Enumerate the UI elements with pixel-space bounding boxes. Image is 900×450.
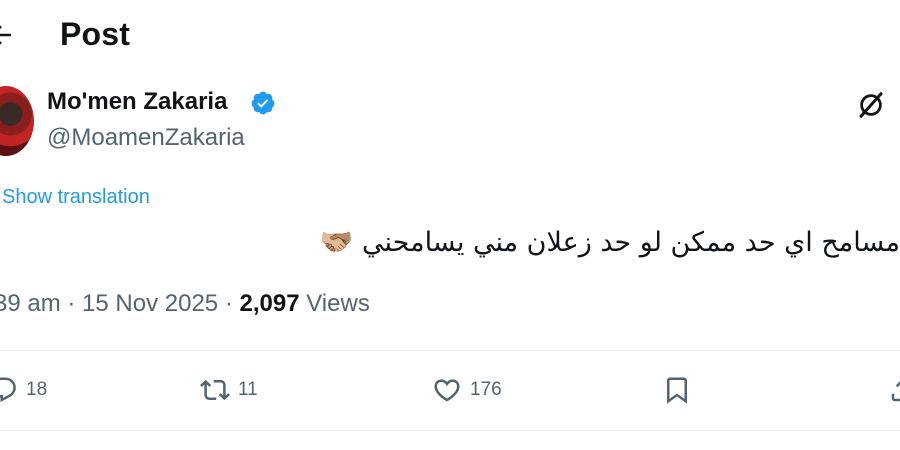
- retweet-icon: [200, 379, 230, 401]
- meta-separator: ·: [224, 290, 233, 317]
- grok-icon[interactable]: [856, 90, 886, 120]
- views-label: Views: [306, 290, 370, 317]
- tweet-date[interactable]: 15 Nov 2025: [82, 290, 218, 317]
- divider: [0, 350, 900, 351]
- reply-count: 18: [26, 379, 48, 400]
- bookmark-button[interactable]: [662, 372, 692, 408]
- meta-separator: ·: [67, 290, 76, 317]
- like-count: 176: [470, 379, 502, 400]
- tweet-time[interactable]: 39 am: [0, 290, 61, 317]
- heart-icon: [434, 379, 460, 402]
- like-button[interactable]: 176: [432, 372, 502, 408]
- avatar[interactable]: [0, 86, 34, 156]
- author-name[interactable]: Mo'men Zakaria: [47, 88, 227, 116]
- retweet-count: 11: [238, 379, 258, 400]
- retweet-button[interactable]: 11: [200, 372, 258, 408]
- back-arrow-icon[interactable]: [0, 20, 16, 50]
- bookmark-icon: [667, 377, 687, 404]
- tweet-text: مسامح اي حد ممكن لو حد زعلان مني يسامحني…: [319, 227, 900, 258]
- reply-button[interactable]: 18: [0, 372, 47, 408]
- author-handle[interactable]: @MoamenZakaria: [47, 124, 245, 152]
- share-button[interactable]: [888, 372, 900, 408]
- reply-icon: [0, 377, 16, 403]
- share-icon: [891, 381, 900, 402]
- tweet-metadata: 39 am · 15 Nov 2025 · 2,097 Views: [0, 290, 370, 318]
- page-title: Post: [60, 16, 131, 52]
- views-count: 2,097: [239, 290, 300, 317]
- verified-badge-icon: [251, 91, 275, 115]
- divider: [0, 430, 900, 431]
- show-translation-link[interactable]: Show translation: [2, 186, 150, 209]
